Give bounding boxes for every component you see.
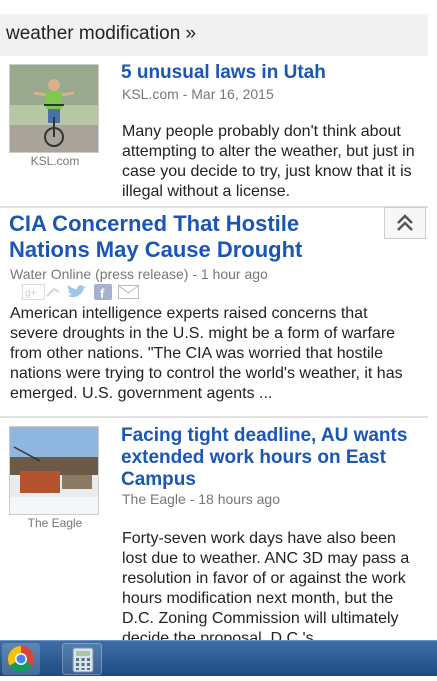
facebook-icon[interactable]: f [94,284,112,305]
twitter-icon[interactable] [66,284,88,305]
story-3-thumb-source[interactable]: The Eagle [9,516,101,530]
story-1-snippet: Many people probably don't think about a… [122,123,415,200]
story-1-thumb-source[interactable]: KSL.com [9,154,101,168]
story-2-headline[interactable]: CIA Concerned That Hostile Nations May C… [9,211,379,263]
topic-label[interactable]: weather modification » [6,23,196,44]
story-2-snippet: American intelligence experts raised con… [10,305,403,402]
story-2-source[interactable]: Water Online (press release) - 1 hour ag… [10,266,380,282]
story-divider [0,416,428,418]
svg-text:g+: g+ [25,288,37,299]
svg-text:f: f [100,286,105,300]
chrome-taskbar-button[interactable] [2,643,40,675]
story-3-snippet: Forty-seven work days have also been los… [122,530,410,640]
story-3-source[interactable]: The Eagle - 18 hours ago [122,491,422,507]
calculator-icon [72,647,94,673]
story-1-thumbnail[interactable] [9,64,99,153]
bicycle-photo [10,65,98,152]
story-1-source[interactable]: KSL.com - Mar 16, 2015 [122,86,422,102]
share-bar: g+ f [22,284,140,305]
email-icon[interactable] [118,284,140,305]
construction-photo [10,427,98,514]
chrome-icon [7,645,34,673]
google-plus-icon[interactable]: g+ [22,284,60,305]
story-1-headline[interactable]: 5 unusual laws in Utah [121,62,421,84]
collapse-button[interactable] [384,207,426,239]
calculator-taskbar-button[interactable] [62,643,102,675]
story-3-thumbnail[interactable] [9,426,99,515]
double-chevron-up-icon [397,214,413,231]
story-3-headline[interactable]: Facing tight deadline, AU wants extended… [121,425,421,491]
browser-viewport: weather modification » KSL.com 5 unusual… [0,0,437,640]
topic-header[interactable]: weather modification » [0,14,428,56]
taskbar [0,640,437,676]
story-divider [0,206,428,208]
